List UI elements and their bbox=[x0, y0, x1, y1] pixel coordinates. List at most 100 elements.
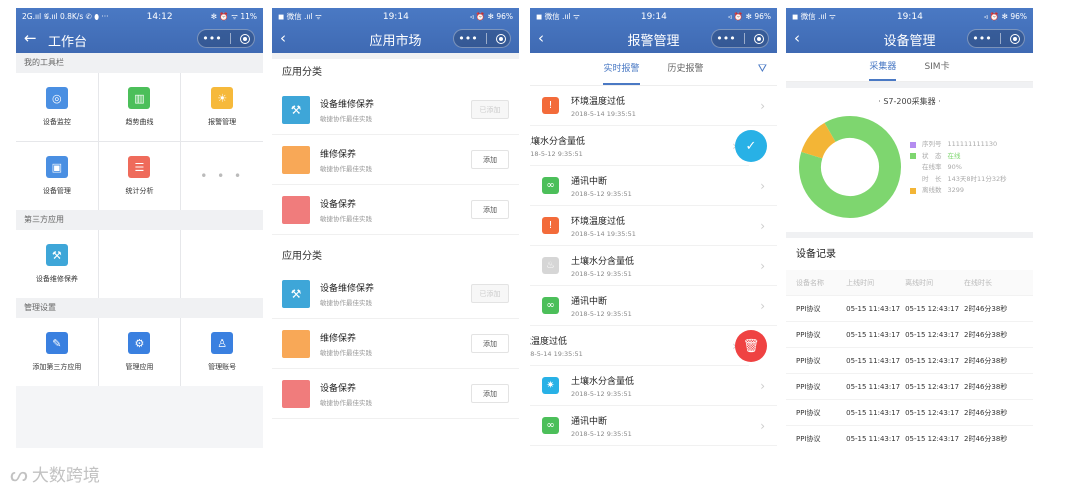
tool-grid: ⚒ 设备维修保养 bbox=[16, 230, 263, 298]
page-title: 应用市场 bbox=[369, 33, 422, 49]
alarm-item[interactable]: ✷ 土壤水分含量低 2018-5-12 9:35:51 › bbox=[530, 366, 777, 406]
table-cell: 05-15 12:43:17 bbox=[905, 382, 960, 391]
column-header: 设备名称 bbox=[796, 278, 824, 287]
app-list-item[interactable]: 维修保养 敏捷协作最佳实践 添加 bbox=[272, 135, 519, 185]
alarm-item[interactable]: ! 环境温度过低 2018-5-14 19:35:51 › bbox=[530, 86, 777, 126]
alarm-item[interactable]: ∞ 通讯中断 2018-5-12 9:35:51 › bbox=[530, 286, 777, 326]
status-right: ◃ ⏰ ✻ 96% bbox=[983, 12, 1027, 21]
filter-icon[interactable]: ⛛ bbox=[758, 62, 767, 76]
column-header: 在线时长 bbox=[964, 278, 993, 287]
category-title: 应用分类 bbox=[282, 67, 322, 78]
empty-cell bbox=[181, 230, 263, 298]
mini-program-capsule[interactable]: ••• bbox=[967, 29, 1025, 48]
category-title: 应用分类 bbox=[282, 251, 322, 262]
account-icon: ♙ bbox=[211, 332, 234, 354]
app-list-item[interactable]: ⚒ 设备维修保养 敏捷协作最佳实践 已添加 bbox=[272, 85, 519, 135]
alarm-name: 通讯中断 bbox=[571, 416, 608, 427]
legend-key: 在线率 bbox=[922, 163, 942, 171]
back-chevron-icon[interactable]: ‹ bbox=[794, 29, 800, 47]
alarm-item[interactable]: 土壤水分含量低2018-5-12 9:35:51› bbox=[530, 126, 749, 166]
table-row[interactable]: PPI协议 05-15 11:43:17 05-15 12:43:17 2时46分38… bbox=[786, 296, 1033, 322]
added-button: 已添加 bbox=[471, 100, 509, 119]
alarm-info: 环境温度过低 2018-5-14 19:35:51 bbox=[571, 214, 760, 238]
table-cell: 05-15 12:43:17 bbox=[905, 330, 960, 339]
app-info: 维修保养 敏捷协作最佳实践 bbox=[320, 331, 471, 357]
app-list-item[interactable]: 设备保养 敏捷协作最佳实践 添加 bbox=[272, 369, 519, 419]
tool-trend-chart[interactable]: ▥ 趋势曲线 bbox=[98, 73, 181, 141]
more-dots-icon[interactable]: ••• bbox=[458, 32, 477, 45]
mark-handled-button[interactable]: ✓ bbox=[735, 130, 767, 162]
monitor-icon: ◎ bbox=[45, 87, 68, 109]
tool-monitor[interactable]: ◎ 设备监控 bbox=[16, 73, 98, 141]
tab-sim-card[interactable]: SIM卡 bbox=[924, 53, 949, 81]
tool-compass[interactable]: ✎ 添加第三方应用 bbox=[16, 318, 98, 386]
link-broken-icon: ∞ bbox=[542, 297, 559, 314]
app-info: 设备保养 敏捷协作最佳实践 bbox=[320, 197, 471, 223]
warning-icon: ! bbox=[542, 97, 559, 114]
mini-program-capsule[interactable]: ••• bbox=[197, 29, 255, 48]
table-cell: 2时46分38秒 bbox=[964, 330, 1008, 339]
legend-row: 时 长 143天8时11分32秒 bbox=[910, 174, 1007, 186]
tab-history-alarm[interactable]: 历史报警 bbox=[668, 53, 704, 85]
app-description: 敏捷协作最佳实践 bbox=[320, 298, 372, 307]
table-cell: 05-15 11:43:17 bbox=[846, 382, 901, 391]
legend-value: 143天8时11分32秒 bbox=[947, 174, 1007, 183]
app-list-item[interactable]: 设备保养 敏捷协作最佳实践 添加 bbox=[272, 185, 519, 235]
legend-key: 时 长 bbox=[922, 174, 942, 183]
status-time: 19:14 bbox=[896, 11, 923, 22]
add-button[interactable]: 添加 bbox=[471, 150, 509, 169]
app-list-item[interactable]: 维修保养 敏捷协作最佳实践 添加 bbox=[272, 319, 519, 369]
table-row[interactable]: PPI协议 05-15 11:43:17 05-15 12:43:17 2时46分38… bbox=[786, 400, 1033, 426]
add-button[interactable]: 添加 bbox=[471, 200, 509, 219]
app-placeholder-icon bbox=[282, 145, 310, 174]
header: ◼ 微信 .ııl ᯤ 19:14 ◃ ⏰ ✻ 96% ‹ 报警管理 ••• bbox=[530, 8, 777, 53]
tool-settings-gear[interactable]: ⚙ 管理应用 bbox=[98, 318, 181, 386]
close-target-icon[interactable] bbox=[753, 33, 764, 44]
tool-maintenance[interactable]: ⚒ 设备维修保养 bbox=[16, 230, 98, 298]
tab-collector[interactable]: 采集器 bbox=[869, 53, 897, 81]
alarm-item[interactable]: ♨ 土壤水分含量低 2018-5-12 9:35:51 › bbox=[530, 246, 777, 286]
add-button[interactable]: 添加 bbox=[471, 384, 509, 403]
table-row[interactable]: PPI协议 05-15 11:43:17 05-15 12:43:17 2时46分38… bbox=[786, 426, 1033, 448]
table-row[interactable]: PPI协议 05-15 11:43:17 05-15 12:43:17 2时46分38… bbox=[786, 322, 1033, 348]
trend-chart-icon: ▥ bbox=[128, 87, 151, 109]
app-list-item[interactable]: ⚒ 设备维修保养 敏捷协作最佳实践 已添加 bbox=[272, 269, 519, 319]
mini-program-capsule[interactable]: ••• bbox=[453, 29, 511, 48]
more-dots-icon[interactable]: ••• bbox=[716, 32, 735, 45]
mini-program-capsule[interactable]: ••• bbox=[711, 29, 769, 48]
tool-label: 报警管理 bbox=[208, 118, 237, 126]
alarm-item[interactable]: ! 环境温度过低 2018-5-14 19:35:51 › bbox=[530, 206, 777, 246]
table-cell: 05-15 12:43:17 bbox=[905, 356, 960, 365]
alarm-item[interactable]: ∞ 通讯中断 2018-5-12 9:35:51 › bbox=[530, 166, 777, 206]
back-chevron-icon[interactable]: ‹ bbox=[538, 29, 544, 47]
alarm-name: 通讯中断 bbox=[571, 296, 608, 307]
app-placeholder-icon bbox=[282, 379, 310, 408]
alarm-item[interactable]: ∞ 通讯中断 2018-5-12 9:35:51 › bbox=[530, 406, 777, 446]
delete-button[interactable]: 🗑 bbox=[735, 330, 767, 362]
close-target-icon[interactable] bbox=[495, 33, 506, 44]
app-name: 维修保养 bbox=[320, 333, 357, 344]
back-arrow-icon[interactable]: ← bbox=[24, 29, 37, 47]
table-row[interactable]: PPI协议 05-15 11:43:17 05-15 12:43:17 2时46分38… bbox=[786, 348, 1033, 374]
tool-statistics[interactable]: ☰ 统计分析 bbox=[98, 142, 181, 210]
tool-device-manage[interactable]: ▣ 设备管理 bbox=[16, 142, 98, 210]
close-target-icon[interactable] bbox=[1009, 33, 1020, 44]
legend-row: 状 态在线 bbox=[910, 151, 1007, 163]
maintenance-icon: ⚒ bbox=[45, 244, 68, 266]
table-row[interactable]: PPI协议 05-15 11:43:17 05-15 12:43:17 2时46分38… bbox=[786, 374, 1033, 400]
tool-account[interactable]: ♙ 管理账号 bbox=[181, 318, 263, 386]
warning-icon: ! bbox=[542, 217, 559, 234]
tool-alarm-bell[interactable]: ☀ 报警管理 bbox=[181, 73, 263, 141]
more-dots-icon[interactable]: ••• bbox=[972, 32, 991, 45]
add-button[interactable]: 添加 bbox=[471, 334, 509, 353]
alarm-item[interactable]: 境温度过低018-5-14 19:35:51› bbox=[530, 326, 749, 366]
more-dots-icon[interactable]: ••• bbox=[202, 32, 221, 45]
back-chevron-icon[interactable]: ‹ bbox=[280, 29, 286, 47]
screen-device-management: ◼ 微信 .ııl ᯤ 19:14 ◃ ⏰ ✻ 96% ‹ 设备管理 ••• 采… bbox=[786, 8, 1033, 448]
table-cell: 05-15 12:43:17 bbox=[905, 434, 960, 443]
tool-label: 统计分析 bbox=[125, 187, 154, 195]
alarm-time: 018-5-14 19:35:51 bbox=[530, 349, 583, 358]
collector-legend: 序列号 111111111130 状 态在线 在线率 90% 时 长 143天8时11分32… bbox=[910, 139, 1007, 197]
close-target-icon[interactable] bbox=[239, 33, 250, 44]
tab-realtime-alarm[interactable]: 实时报警 bbox=[603, 53, 640, 85]
